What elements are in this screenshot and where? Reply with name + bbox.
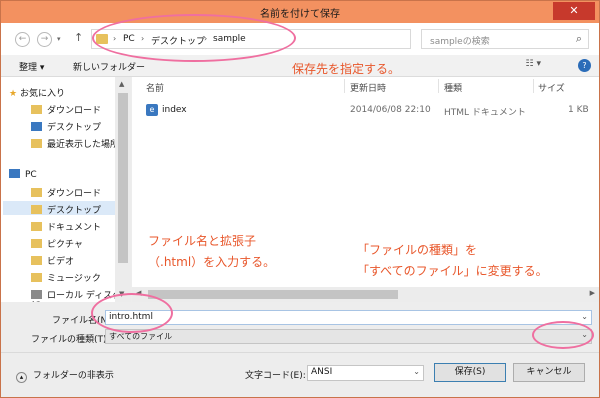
recent-locations-chevron-icon[interactable]: ▾ bbox=[57, 35, 61, 43]
view-options-icon[interactable]: ☷ ▾ bbox=[526, 59, 541, 69]
organize-button[interactable]: 整理 ▾ bbox=[19, 60, 44, 73]
column-size[interactable]: サイズ bbox=[538, 81, 565, 94]
up-button[interactable]: ↑ bbox=[74, 31, 83, 44]
column-modified[interactable]: 更新日時 bbox=[350, 81, 386, 94]
highlight-ring-filename bbox=[91, 293, 173, 333]
column-divider[interactable] bbox=[344, 79, 345, 93]
file-modified: 2014/06/08 22:10 bbox=[350, 105, 431, 115]
highlight-ring-filetype bbox=[532, 321, 594, 349]
file-name: index bbox=[162, 105, 187, 115]
annotation-save-location: 保存先を指定する。 bbox=[292, 62, 401, 76]
annotation-type-2: 「すべてのファイル」に変更する。 bbox=[357, 264, 548, 278]
column-type[interactable]: 種類 bbox=[444, 81, 462, 94]
chevron-down-icon[interactable]: ⌄ bbox=[581, 312, 588, 321]
close-button[interactable]: ✕ bbox=[553, 2, 595, 20]
sidebar-pc[interactable]: PC bbox=[9, 169, 37, 180]
scroll-right-icon[interactable]: ▶ bbox=[590, 289, 595, 297]
file-size: 1 KB bbox=[568, 105, 589, 115]
sidebar-item-documents[interactable]: ドキュメント bbox=[31, 220, 101, 233]
cancel-button[interactable]: キャンセル bbox=[513, 363, 585, 382]
sidebar-scrollbar[interactable]: ▲ ▼ bbox=[115, 77, 131, 302]
title-bar[interactable]: 名前を付けて保存 ✕ bbox=[1, 1, 599, 23]
annotation-filename-2: （.html）を入力する。 bbox=[148, 255, 276, 269]
annotation-filename-1: ファイル名と拡張子 bbox=[148, 234, 257, 248]
sidebar-item-pc-desktop[interactable]: デスクトップ bbox=[31, 203, 101, 216]
music-folder-icon bbox=[31, 273, 42, 282]
recent-places-icon bbox=[31, 139, 42, 148]
sidebar-favorites[interactable]: ★ お気に入り bbox=[9, 86, 65, 99]
html-file-icon: e bbox=[146, 104, 158, 116]
forward-button[interactable]: → bbox=[37, 32, 52, 47]
chevron-down-icon[interactable]: ⌄ bbox=[413, 367, 420, 376]
filetype-select[interactable]: すべてのファイル ⌄ bbox=[105, 329, 592, 344]
column-divider[interactable] bbox=[533, 79, 534, 93]
sidebar-item-pc-downloads[interactable]: ダウンロード bbox=[31, 186, 101, 199]
horizontal-scrollbar[interactable]: ◀ ▶ bbox=[132, 287, 599, 302]
desktop-folder-icon bbox=[31, 205, 42, 214]
divider bbox=[1, 352, 599, 353]
annotation-type-1: 「ファイルの種類」を bbox=[357, 243, 478, 257]
new-folder-button[interactable]: 新しいフォルダー bbox=[73, 60, 145, 73]
sidebar-item-downloads[interactable]: ダウンロード bbox=[31, 103, 101, 116]
sidebar-item-videos[interactable]: ビデオ bbox=[31, 254, 74, 267]
scrollbar-thumb[interactable] bbox=[118, 93, 128, 263]
search-box[interactable]: sampleの検索 ⌕ bbox=[421, 29, 589, 49]
sidebar-item-pictures[interactable]: ピクチャ bbox=[31, 237, 83, 250]
sidebar-item-recent[interactable]: 最近表示した場所 bbox=[31, 137, 119, 150]
hide-folders-button[interactable]: ▴ フォルダーの非表示 bbox=[16, 368, 114, 383]
search-icon[interactable]: ⌕ bbox=[576, 32, 582, 46]
help-icon[interactable]: ? bbox=[578, 59, 591, 72]
file-type: HTML ドキュメント bbox=[444, 108, 526, 118]
hide-folders-label: フォルダーの非表示 bbox=[32, 371, 114, 381]
scrollbar-thumb[interactable] bbox=[148, 290, 398, 299]
column-divider[interactable] bbox=[438, 79, 439, 93]
address-row: ← → ▾ ↑ › PC › デスクトップ › sample sampleの検索… bbox=[1, 23, 599, 55]
collapse-icon: ▴ bbox=[16, 372, 27, 383]
filetype-value: すべてのファイル bbox=[109, 332, 173, 341]
window-title: 名前を付けて保存 bbox=[260, 9, 340, 20]
search-placeholder: sampleの検索 bbox=[430, 37, 490, 47]
scroll-up-icon[interactable]: ▲ bbox=[119, 80, 124, 88]
desktop-icon bbox=[31, 122, 42, 131]
encoding-select[interactable]: ANSI ⌄ bbox=[307, 365, 424, 381]
pc-icon bbox=[9, 169, 20, 178]
encoding-label: 文字コード(E): bbox=[245, 371, 306, 381]
back-button[interactable]: ← bbox=[15, 32, 30, 47]
videos-folder-icon bbox=[31, 256, 42, 265]
disk-icon bbox=[31, 290, 42, 299]
downloads-folder-icon bbox=[31, 188, 42, 197]
column-name[interactable]: 名前 bbox=[146, 81, 164, 94]
filetype-label: ファイルの種類(T): bbox=[31, 335, 110, 345]
sidebar-item-music[interactable]: ミュージック bbox=[31, 271, 101, 284]
star-icon: ★ bbox=[9, 89, 20, 99]
highlight-ring-address bbox=[92, 14, 296, 62]
downloads-folder-icon bbox=[31, 105, 42, 114]
pictures-folder-icon bbox=[31, 239, 42, 248]
save-button[interactable]: 保存(S) bbox=[434, 363, 506, 382]
filename-input[interactable]: intro.html ⌄ bbox=[105, 310, 592, 325]
navigation-pane: ★ お気に入り ダウンロード デスクトップ 最近表示した場所 PC ダウンロード… bbox=[1, 77, 131, 311]
sidebar-item-desktop[interactable]: デスクトップ bbox=[31, 120, 101, 133]
documents-folder-icon bbox=[31, 222, 42, 231]
encoding-value: ANSI bbox=[311, 367, 333, 377]
